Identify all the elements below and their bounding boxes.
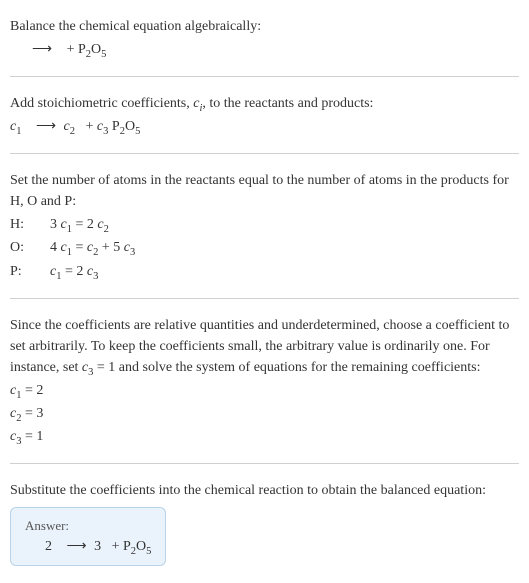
spacer bbox=[79, 119, 83, 134]
spacer bbox=[25, 119, 29, 134]
species: P bbox=[108, 119, 119, 134]
text: = 1 and solve the system of equations fo… bbox=[93, 360, 480, 375]
element-label: O: bbox=[10, 237, 36, 259]
spacer bbox=[105, 539, 109, 554]
eq-text: O bbox=[91, 42, 101, 57]
divider bbox=[10, 463, 519, 464]
equation-expr: 4 c1 = c2 + 5 c3 bbox=[50, 237, 135, 259]
answer-intro: Substitute the coefficients into the che… bbox=[10, 480, 519, 501]
coeff-equation: c1 ⟶ c2 + c3 P2O5 bbox=[10, 116, 519, 137]
element-label: P: bbox=[10, 261, 36, 283]
intro-text: Balance the chemical equation algebraica… bbox=[10, 16, 519, 37]
section-intro: Balance the chemical equation algebraica… bbox=[10, 8, 519, 68]
divider bbox=[10, 76, 519, 77]
answer-label: Answer: bbox=[25, 518, 151, 534]
section-atom-balance: Set the number of atoms in the reactants… bbox=[10, 162, 519, 290]
equation-expr: 3 c1 = 2 c2 bbox=[50, 214, 109, 236]
coefficient-solution-row: c1 = 2 bbox=[10, 380, 519, 401]
eq-text: + P bbox=[67, 42, 86, 57]
plus: + bbox=[86, 119, 97, 134]
divider bbox=[10, 298, 519, 299]
spacer bbox=[56, 539, 60, 554]
arrow-symbol: ⟶ bbox=[32, 119, 60, 134]
eq-text bbox=[60, 42, 64, 57]
arrow-symbol: ⟶ bbox=[28, 42, 56, 57]
coef: 3 bbox=[94, 539, 105, 554]
solve-intro: Since the coefficients are relative quan… bbox=[10, 315, 519, 378]
section-coefficients: Add stoichiometric coefficients, ci, to … bbox=[10, 85, 519, 145]
answer-box: Answer: 2 ⟶ 3 + P2O5 bbox=[10, 507, 166, 566]
atom-balance-row: H: 3 c1 = 2 c2 bbox=[10, 214, 519, 236]
atom-balance-row: P: c1 = 2 c3 bbox=[10, 261, 519, 283]
intro-equation: ⟶ + P2O5 bbox=[10, 39, 519, 60]
text: Add stoichiometric coefficients, bbox=[10, 96, 193, 111]
atom-balance-row: O: 4 c1 = c2 + 5 c3 bbox=[10, 237, 519, 259]
answer-equation: 2 ⟶ 3 + P2O5 bbox=[25, 538, 151, 555]
section-solve: Since the coefficients are relative quan… bbox=[10, 307, 519, 455]
element-label: H: bbox=[10, 214, 36, 236]
section-answer: Substitute the coefficients into the che… bbox=[10, 472, 519, 572]
text: , to the reactants and products: bbox=[202, 96, 373, 111]
subscript: 5 bbox=[146, 546, 151, 557]
coefficient-solution-row: c3 = 1 bbox=[10, 426, 519, 447]
species: O bbox=[125, 119, 135, 134]
coefficient-solution-row: c2 = 3 bbox=[10, 403, 519, 424]
subscript: 5 bbox=[135, 126, 140, 137]
balance-intro: Set the number of atoms in the reactants… bbox=[10, 170, 519, 212]
species: O bbox=[136, 539, 146, 554]
subscript: 2 bbox=[70, 126, 75, 137]
coef: 2 bbox=[45, 539, 56, 554]
plus: + P bbox=[112, 539, 131, 554]
arrow-symbol: ⟶ bbox=[63, 539, 91, 554]
divider bbox=[10, 153, 519, 154]
subscript: 1 bbox=[16, 126, 21, 137]
coeff-intro: Add stoichiometric coefficients, ci, to … bbox=[10, 93, 519, 114]
subscript: 5 bbox=[101, 49, 106, 60]
equation-expr: c1 = 2 c3 bbox=[50, 261, 98, 283]
